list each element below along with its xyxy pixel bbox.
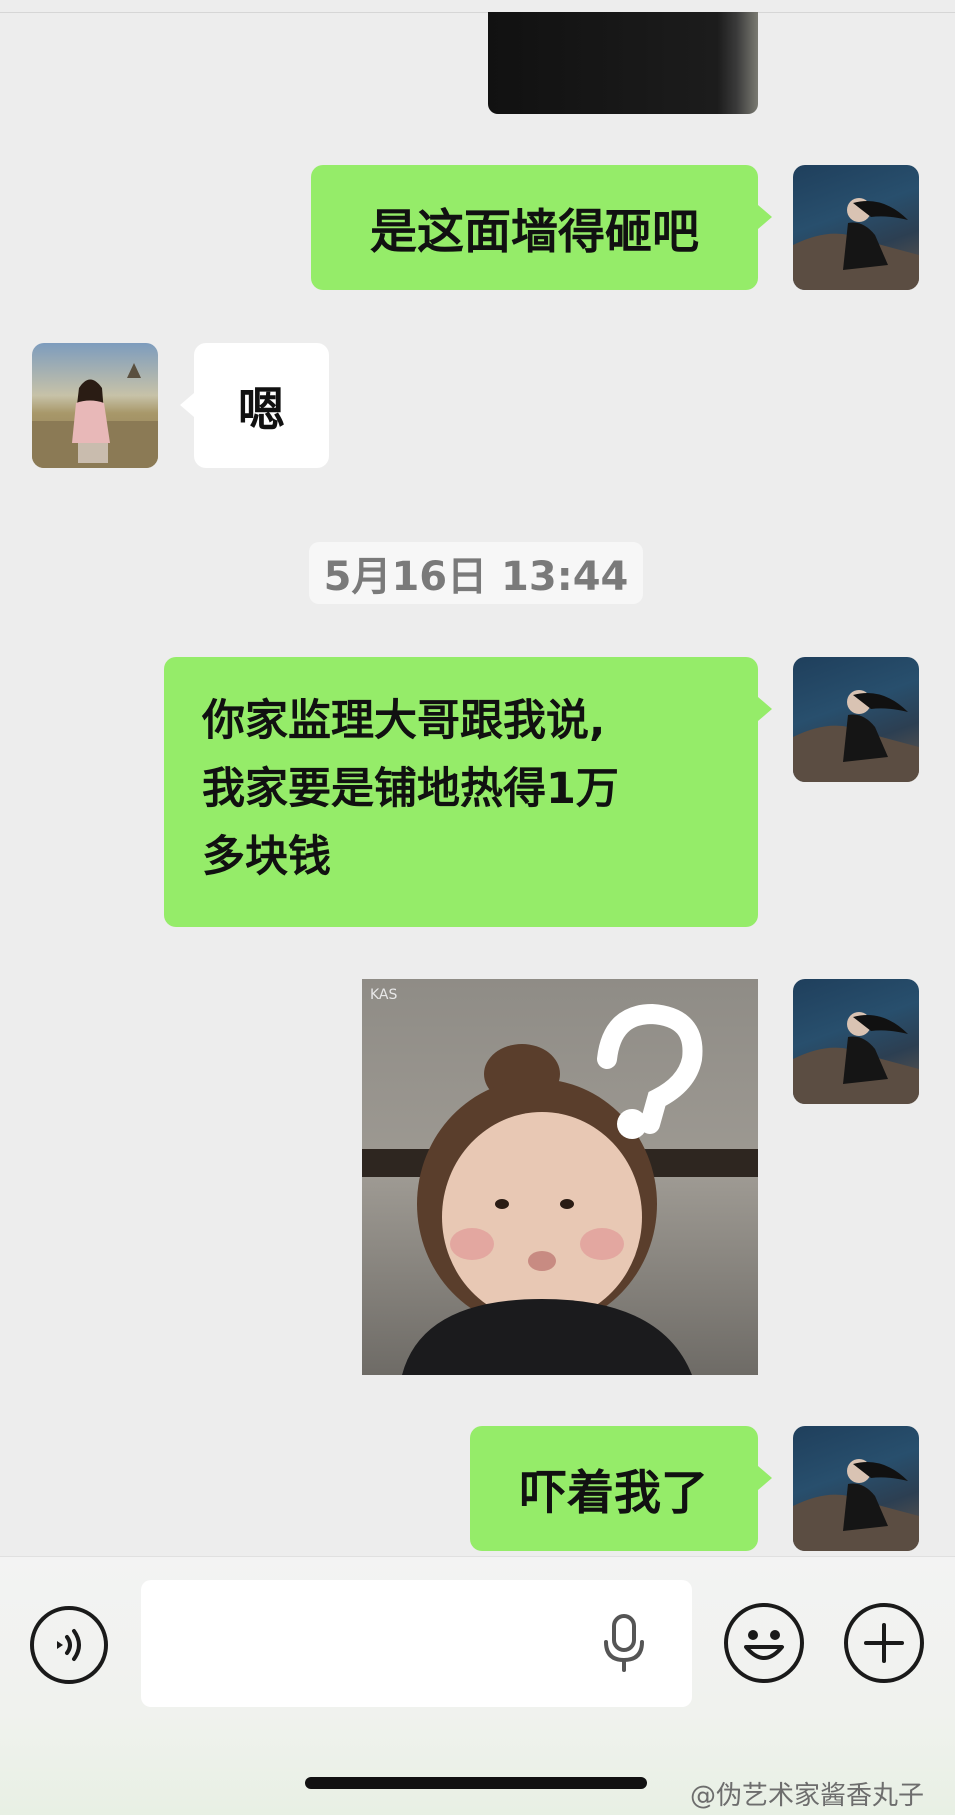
message-text: 是这面墙得砸吧	[370, 205, 699, 260]
message-bubble-sent[interactable]: 吓着我了	[470, 1426, 772, 1551]
my-avatar[interactable]	[793, 1426, 919, 1551]
emoji-button[interactable]	[724, 1603, 804, 1683]
my-avatar[interactable]	[793, 657, 919, 782]
voice-toggle-button[interactable]	[30, 1606, 108, 1684]
voice-icon	[57, 1629, 81, 1661]
avatar-photo	[793, 690, 919, 782]
message-input[interactable]	[141, 1580, 692, 1707]
avatar-photo	[32, 363, 158, 468]
avatar-photo	[793, 198, 919, 290]
plus-icon	[864, 1623, 904, 1663]
sticker-message[interactable]: KAS	[362, 979, 758, 1375]
timestamp-divider: 5月16日 13:44	[309, 542, 643, 604]
microphone-icon[interactable]	[602, 1614, 646, 1672]
message-bubble-sent[interactable]: 是这面墙得砸吧	[311, 165, 772, 290]
message-bubble-received[interactable]: 嗯	[180, 343, 329, 468]
avatar-photo	[793, 1012, 919, 1104]
my-avatar[interactable]	[793, 979, 919, 1104]
message-text-line: 多块钱	[202, 832, 331, 882]
svg-text:KAS: KAS	[370, 987, 398, 1003]
image-message[interactable]	[488, 12, 758, 114]
home-indicator	[305, 1777, 647, 1789]
my-avatar[interactable]	[793, 165, 919, 290]
more-button[interactable]	[844, 1603, 924, 1683]
sticker-image: KAS	[362, 987, 758, 1375]
message-text: 嗯	[238, 383, 285, 438]
top-divider	[0, 12, 955, 13]
message-bubble-sent[interactable]: 你家监理大哥跟我说, 我家要是铺地热得1万 多块钱	[164, 657, 772, 927]
avatar-photo	[793, 1459, 919, 1551]
emoji-icon	[744, 1630, 784, 1660]
message-text: 吓着我了	[520, 1466, 708, 1521]
message-text-line: 你家监理大哥跟我说,	[202, 696, 606, 746]
message-text-line: 我家要是铺地热得1万	[202, 764, 619, 814]
contact-avatar[interactable]	[32, 343, 158, 468]
watermark: @伪艺术家酱香丸子	[690, 1781, 925, 1811]
